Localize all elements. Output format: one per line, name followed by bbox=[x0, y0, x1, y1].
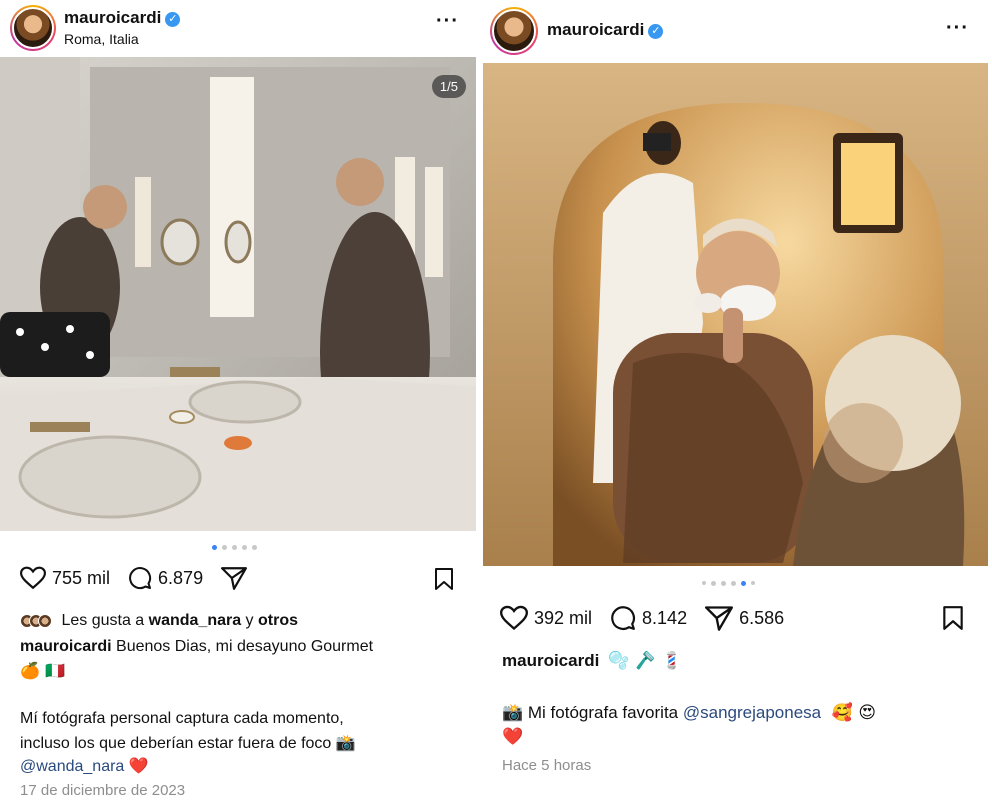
bookmark-icon[interactable] bbox=[942, 605, 964, 631]
caption-username-link[interactable]: mauroicardi bbox=[502, 651, 599, 670]
bookmark-icon[interactable] bbox=[434, 567, 454, 591]
caption-emojis: 🍊 🇮🇹 bbox=[20, 661, 65, 680]
post-date: 17 de diciembre de 2023 bbox=[20, 782, 186, 799]
post-photo[interactable]: 1/5 bbox=[0, 57, 476, 531]
carousel-indicator bbox=[702, 581, 755, 586]
post-header: mauroicardi ✓ Roma, Italia ··· bbox=[0, 0, 476, 56]
share-action[interactable] bbox=[221, 566, 248, 590]
comments-count: 8.142 bbox=[642, 607, 688, 628]
likes-count: 755 mil bbox=[52, 567, 111, 588]
mention-link[interactable]: @sangrejaponesa bbox=[683, 703, 821, 722]
share-icon[interactable] bbox=[705, 605, 734, 631]
carousel-dot[interactable] bbox=[741, 581, 746, 586]
heart-icon[interactable] bbox=[20, 566, 46, 590]
comment-line-2: incluso los que deberían estar fuera de … bbox=[20, 735, 356, 752]
likes-count: 392 mil bbox=[534, 607, 593, 628]
comment-line-2: ❤️ bbox=[502, 727, 524, 747]
carousel-dot[interactable] bbox=[711, 581, 716, 586]
comment-action[interactable]: 6.879 bbox=[128, 566, 203, 590]
post-actions: 755 mil 6.879 bbox=[20, 566, 265, 590]
carousel-dot[interactable] bbox=[232, 545, 237, 550]
liked-by-line: Les gusta a wanda_nara y otros bbox=[20, 612, 298, 633]
carousel-dot[interactable] bbox=[252, 545, 257, 550]
like-action[interactable]: 755 mil bbox=[20, 566, 110, 590]
post-actions: 392 mil 8.142 6.586 bbox=[500, 605, 802, 631]
shares-count: 6.586 bbox=[739, 607, 785, 628]
heart-emoji: ❤️ bbox=[128, 756, 149, 775]
comment-icon[interactable] bbox=[610, 605, 636, 631]
share-action[interactable]: 6.586 bbox=[705, 605, 784, 631]
comment-icon[interactable] bbox=[128, 566, 152, 590]
liked-by-others-link[interactable]: otros bbox=[258, 612, 298, 629]
instagram-post-left: mauroicardi ✓ Roma, Italia ··· 1/5 755 m… bbox=[0, 0, 476, 806]
comment-line-1: 📸 Mi fotógrafa favorita @sangrejaponesa … bbox=[502, 703, 876, 723]
share-icon[interactable] bbox=[221, 566, 248, 590]
profile-avatar[interactable] bbox=[10, 5, 56, 51]
verified-badge-icon: ✓ bbox=[648, 24, 664, 39]
caption-emojis: 🫧 🪒 💈 bbox=[608, 651, 683, 671]
username-link[interactable]: mauroicardi ✓ bbox=[547, 20, 664, 40]
carousel-dot[interactable] bbox=[242, 545, 247, 550]
liked-by-mid: y bbox=[241, 612, 258, 629]
comment-line-3: @wanda_nara ❤️ bbox=[20, 756, 149, 776]
username-text[interactable]: mauroicardi bbox=[547, 20, 644, 39]
more-options-icon[interactable]: ··· bbox=[946, 17, 969, 40]
carousel-dot[interactable] bbox=[731, 581, 736, 586]
carousel-indicator bbox=[212, 545, 257, 550]
caption: mauroicardi 🫧 🪒 💈 bbox=[502, 651, 682, 671]
post-photo[interactable] bbox=[483, 63, 988, 566]
liked-by-user-link[interactable]: wanda_nara bbox=[149, 612, 241, 629]
carousel-dot[interactable] bbox=[751, 581, 755, 585]
carousel-dot[interactable] bbox=[702, 581, 706, 585]
comment-action[interactable]: 8.142 bbox=[610, 605, 687, 631]
carousel-dot[interactable] bbox=[212, 545, 217, 550]
mirror-shaving-photo bbox=[483, 63, 988, 566]
image-counter-badge: 1/5 bbox=[431, 75, 466, 98]
profile-avatar[interactable] bbox=[490, 7, 538, 55]
instagram-post-right: mauroicardi ✓ ··· 392 mil 8.142 6.586 ma… bbox=[480, 0, 992, 806]
carousel-dot[interactable] bbox=[222, 545, 227, 550]
caption-text: Buenos Dias, mi desayuno Gourmet bbox=[111, 638, 374, 655]
post-header: mauroicardi ✓ ··· bbox=[480, 0, 992, 56]
comments-count: 6.879 bbox=[158, 567, 204, 588]
comment-line-1: Mí fotógrafa personal captura cada momen… bbox=[20, 710, 344, 727]
verified-badge-icon: ✓ bbox=[165, 12, 181, 27]
liked-by-avatars[interactable] bbox=[20, 614, 52, 633]
heart-icon[interactable] bbox=[500, 605, 528, 631]
carousel-dot[interactable] bbox=[721, 581, 726, 586]
mention-link[interactable]: @wanda_nara bbox=[20, 758, 124, 775]
post-time: Hace 5 horas bbox=[502, 757, 592, 774]
like-action[interactable]: 392 mil bbox=[500, 605, 592, 631]
bathroom-photo bbox=[0, 57, 476, 531]
comment-emojis: 🥰 😍 bbox=[831, 703, 877, 723]
location-link[interactable]: Roma, Italia bbox=[64, 31, 139, 47]
comment-text: 📸 Mi fotógrafa favorita bbox=[502, 703, 683, 722]
caption-username-link[interactable]: mauroicardi bbox=[20, 638, 112, 655]
more-options-icon[interactable]: ··· bbox=[436, 10, 459, 33]
username-text[interactable]: mauroicardi bbox=[64, 8, 161, 27]
liked-by-prefix: Les gusta a bbox=[61, 612, 149, 629]
username-link[interactable]: mauroicardi ✓ bbox=[64, 8, 181, 28]
caption: mauroicardi Buenos Dias, mi desayuno Gou… bbox=[20, 638, 373, 656]
